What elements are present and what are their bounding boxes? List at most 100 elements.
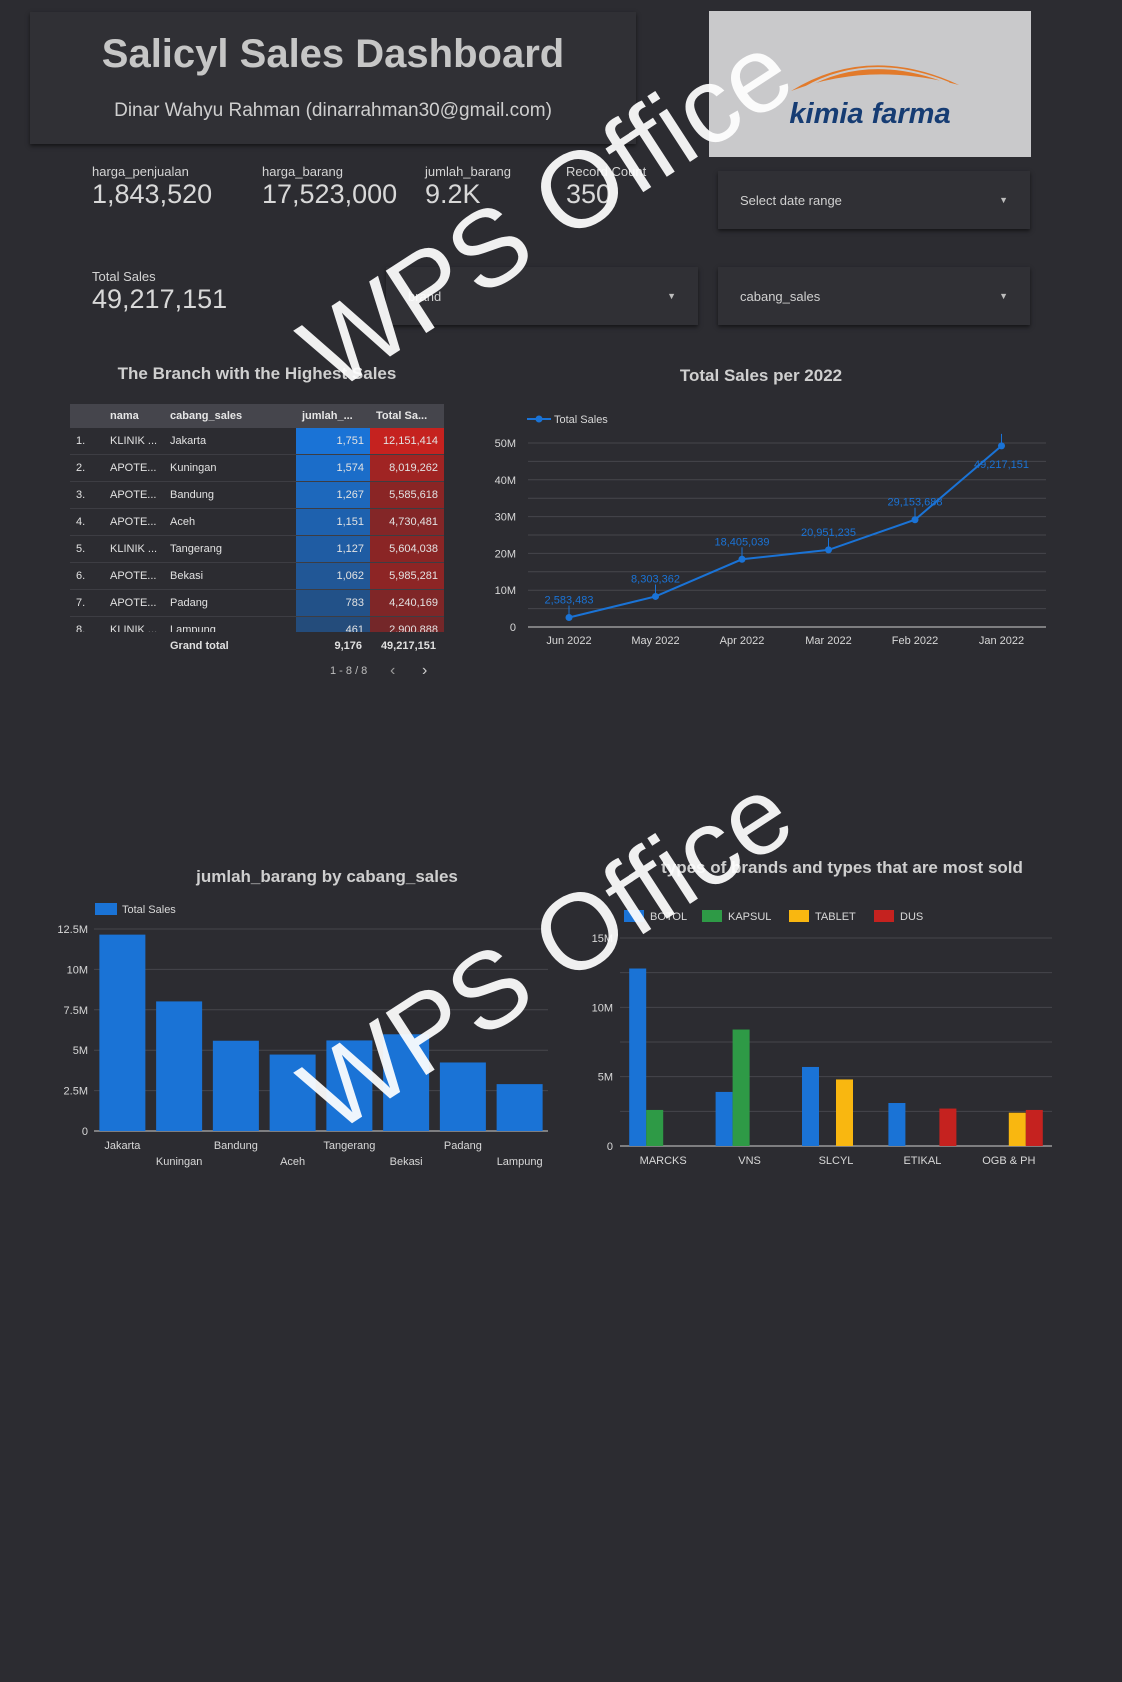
kpi-label: jumlah_barang [425, 164, 512, 179]
date-range-picker[interactable]: Select date range ▼ [718, 171, 1030, 229]
x-tick-label: Bekasi [390, 1156, 423, 1168]
data-point [998, 442, 1005, 450]
title-card: Salicyl Sales Dashboard Dinar Wahyu Rahm… [30, 12, 636, 144]
table-title: The Branch with the Highest Sales [117, 364, 397, 383]
col-jumlah[interactable]: jumlah_... [296, 404, 370, 428]
y-tick-label: 40M [495, 475, 516, 487]
legend-swatch [95, 903, 117, 915]
cell-cabang: Tangerang [164, 535, 296, 563]
kpi-label: Record Count [566, 164, 647, 179]
brand-filter-dropdown[interactable]: brand ▼ [386, 267, 698, 325]
col-total-sales[interactable]: Total Sa... [370, 404, 444, 428]
y-tick-label: 0 [607, 1141, 613, 1153]
legend-label: TABLET [815, 911, 856, 923]
bar [99, 934, 146, 1131]
bar [156, 1001, 203, 1131]
cell-index: 5. [70, 535, 104, 563]
x-tick-label: Padang [444, 1140, 482, 1152]
cell-nama: APOTE... [104, 481, 164, 509]
grand-total-label: Grand total [170, 640, 229, 652]
cell-nama: KLINIK ... [104, 428, 164, 455]
y-tick-label: 2.5M [64, 1086, 88, 1098]
y-tick-label: 7.5M [64, 1005, 88, 1017]
dropdown-caret-icon: ▼ [999, 195, 1008, 205]
cell-nama: APOTE... [104, 508, 164, 536]
table-row[interactable]: 3. APOTE... Bandung 1,267 5,585,618 [70, 481, 444, 509]
bar [715, 1091, 733, 1146]
legend-label: KAPSUL [728, 911, 771, 923]
dropdown-caret-icon: ▼ [667, 291, 676, 301]
table-row[interactable]: 2. APOTE... Kuningan 1,574 8,019,262 [70, 454, 444, 482]
table-row[interactable]: 7. APOTE... Padang 783 4,240,169 [70, 589, 444, 617]
bar [1025, 1109, 1043, 1146]
cell-cabang: Aceh [164, 508, 296, 536]
kpi-harga-penjualan: harga_penjualan 1,843,520 [92, 164, 212, 210]
dropdown-caret-icon: ▼ [999, 291, 1008, 301]
y-tick-label: 10M [495, 585, 516, 597]
branch-table-scroll[interactable]: nama cabang_sales jumlah_... Total Sa...… [70, 404, 444, 632]
kimia-farma-logo: kimia farma [789, 65, 959, 130]
x-tick-label: Kuningan [156, 1156, 203, 1168]
legend-label: Total Sales [122, 904, 176, 916]
grand-total-sales: 49,217,151 [380, 640, 436, 652]
y-tick-label: 30M [495, 512, 516, 524]
kpi-harga-barang: harga_barang 17,523,000 [262, 164, 397, 210]
data-label: 2,583,483 [545, 594, 594, 606]
data-point [565, 613, 573, 621]
data-point [738, 555, 746, 563]
cell-total-sales: 5,604,038 [370, 535, 444, 563]
grand-total-jumlah: 9,176 [334, 640, 362, 652]
data-point [911, 516, 919, 524]
cell-jumlah: 1,151 [296, 508, 370, 536]
bar [1008, 1112, 1026, 1146]
table-header-row: nama cabang_sales jumlah_... Total Sa... [70, 404, 444, 428]
bar-chart-2-title: types of brands and types that are most … [661, 858, 1023, 877]
y-tick-label: 10M [592, 1002, 613, 1014]
y-tick-label: 0 [510, 622, 516, 634]
table-row[interactable]: 8. KLINIK ... Lampung 461 2,900,888 [70, 616, 444, 632]
table-row[interactable]: 4. APOTE... Aceh 1,151 4,730,481 [70, 508, 444, 536]
cell-total-sales: 2,900,888 [370, 616, 444, 632]
data-label: 18,405,039 [714, 536, 769, 548]
y-tick-label: 12.5M [57, 924, 88, 936]
table-row[interactable]: 6. APOTE... Bekasi 1,062 5,985,281 [70, 562, 444, 590]
cabang-filter-dropdown[interactable]: cabang_sales ▼ [718, 267, 1030, 325]
cell-total-sales: 5,585,618 [370, 481, 444, 509]
bar [802, 1066, 819, 1146]
bar [629, 968, 647, 1146]
bar-chart-1: Total Sales 0 2.5M 5M 7.5M 10M 12.5M Jakarta Kun… [57, 903, 548, 1168]
branch-table: nama cabang_sales jumlah_... Total Sa...… [70, 404, 444, 632]
bar [439, 1062, 486, 1131]
kpi-value: 350 [566, 179, 612, 209]
chevron-right-icon[interactable]: › [422, 662, 427, 680]
y-tick-label: 5M [73, 1045, 88, 1057]
col-nama[interactable]: nama [104, 404, 164, 428]
table-row[interactable]: 5. KLINIK ... Tangerang 1,127 5,604,038 [70, 535, 444, 563]
logo-wordmark: kimia farma [789, 98, 950, 130]
x-tick-label: ETIKAL [903, 1155, 941, 1167]
x-tick-label: Apr 2022 [720, 635, 765, 647]
cell-jumlah: 1,267 [296, 481, 370, 509]
kpi-value: 1,843,520 [92, 179, 213, 209]
legend-label: DUS [900, 911, 923, 923]
kpi-label: harga_barang [262, 164, 343, 179]
y-tick-label: 0 [82, 1126, 88, 1138]
pagination-label: 1 - 8 / 8 [330, 665, 368, 677]
cell-cabang: Bekasi [164, 562, 296, 590]
cabang-filter-label: cabang_sales [740, 288, 821, 304]
bar [496, 1084, 543, 1131]
chevron-left-icon[interactable]: ‹ [390, 662, 395, 680]
cell-index: 6. [70, 562, 104, 590]
table-row[interactable]: 1. KLINIK ... Jakarta 1,751 12,151,414 [70, 428, 444, 455]
bar [732, 1029, 750, 1146]
x-tick-label: Aceh [280, 1156, 305, 1168]
cell-cabang: Bandung [164, 481, 296, 509]
bar [646, 1109, 664, 1146]
kpi-record-count: Record Count 350 [566, 164, 646, 210]
cell-cabang: Kuningan [164, 454, 296, 482]
col-cabang-sales[interactable]: cabang_sales [164, 404, 296, 428]
kpi-label: Total Sales [92, 269, 156, 284]
line-chart: Total Sales 0 10M 20M 30M 40M 50M Jun 2022 May 2… [495, 414, 1046, 647]
x-tick-label: Lampung [497, 1156, 543, 1168]
cell-nama: APOTE... [104, 562, 164, 590]
